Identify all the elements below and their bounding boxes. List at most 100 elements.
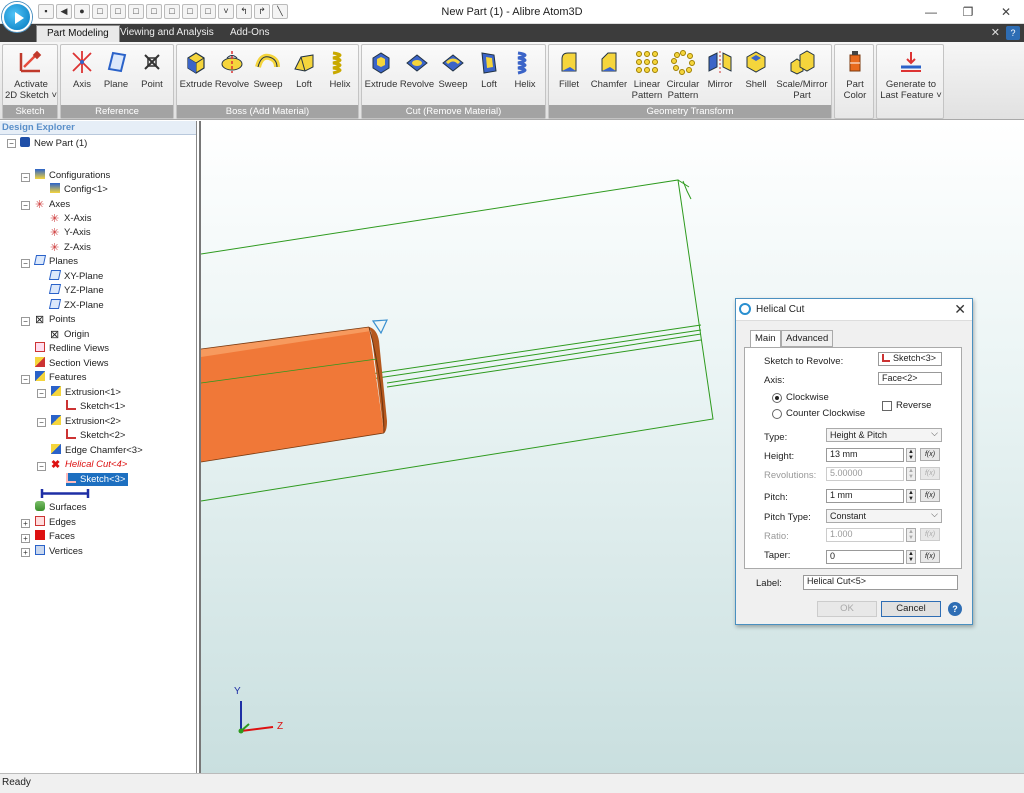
tab-add-ons[interactable]: Add-Ons (220, 25, 279, 42)
tree-item-axes[interactable]: ✳ Axes (35, 198, 70, 211)
height-spinner[interactable]: ▲ ▼ (906, 448, 916, 462)
collapse-icon[interactable]: − (21, 173, 30, 182)
cut-loft-button[interactable]: Loft (471, 47, 507, 103)
tree-item-xy-plane[interactable]: XY-Plane (48, 270, 103, 283)
axis-button[interactable]: Axis (65, 47, 99, 103)
expand-icon[interactable]: + (21, 534, 30, 543)
ratio-input[interactable]: 1.000 (826, 528, 904, 542)
pitch-type-dropdown[interactable]: Constant (826, 508, 942, 523)
linear-pattern-button[interactable]: Linear Pattern (629, 47, 665, 103)
shell-button[interactable]: Shell (738, 47, 774, 103)
boss-helix-button[interactable]: Helix (322, 47, 358, 103)
tree-item-yz-plane[interactable]: YZ-Plane (48, 284, 104, 297)
height-input[interactable]: 13 mm (826, 448, 904, 462)
mirror-button[interactable]: Mirror (702, 47, 738, 103)
tree-item-section-views[interactable]: Section Views (35, 357, 109, 370)
tab-part-modeling[interactable]: Part Modeling (36, 25, 120, 42)
tab-viewing-and-analysis[interactable]: Viewing and Analysis (110, 25, 224, 42)
cut-revolve-button[interactable]: Revolve (399, 47, 435, 103)
activate-2d-sketch-button[interactable]: Activate 2D Sketch ˅ (5, 47, 57, 103)
tree-item-edge-chamfer-3[interactable]: Edge Chamfer<3> (51, 444, 143, 457)
revolutions-fx-button[interactable]: f(x) (920, 467, 940, 480)
tree-item-sketch-2[interactable]: Sketch<2> (66, 429, 125, 442)
clockwise-radio[interactable] (772, 393, 782, 403)
tree-item-helical-cut-4[interactable]: ✖ Helical Cut<4> (51, 458, 127, 471)
fillet-button[interactable]: Fillet (551, 47, 587, 103)
tree-item-configurations[interactable]: Configurations (35, 169, 110, 182)
minimize-icon[interactable]: — (923, 4, 939, 20)
tree-item-planes[interactable]: Planes (33, 255, 78, 268)
collapse-icon[interactable]: − (21, 201, 30, 210)
ratio-fx-button[interactable]: f(x) (920, 528, 940, 541)
collapse-icon[interactable]: − (37, 389, 46, 398)
collapse-icon[interactable]: − (7, 139, 16, 148)
tree-item-sketch-1[interactable]: Sketch<1> (66, 400, 125, 413)
tree-item-extrusion-1[interactable]: Extrusion<1> (51, 386, 121, 399)
label-input[interactable]: Helical Cut<5> (803, 575, 958, 590)
app-logo-icon[interactable] (2, 2, 32, 32)
pitch-spinner[interactable]: ▲ ▼ (906, 489, 916, 503)
tree-item-edges[interactable]: Edges (35, 516, 76, 529)
close-icon[interactable]: ✕ (998, 4, 1014, 20)
taper-input[interactable]: 0 (826, 550, 904, 564)
tree-item-points[interactable]: ⊠ Points (35, 313, 75, 326)
collapse-icon[interactable]: − (21, 259, 30, 268)
dialog-titlebar[interactable]: Helical Cut ✕ (736, 299, 972, 321)
scale-mirror-part-button[interactable]: Scale/Mirror Part (774, 47, 830, 103)
close-icon[interactable]: ✕ (991, 26, 1000, 39)
collapse-icon[interactable]: − (21, 317, 30, 326)
tree-item-faces[interactable]: Faces (35, 530, 75, 543)
chamfer-button[interactable]: Chamfer (589, 47, 629, 103)
pitch-input[interactable]: 1 mm (826, 489, 904, 503)
close-icon[interactable]: ✕ (954, 301, 966, 318)
collapse-icon[interactable]: − (21, 375, 30, 384)
tab-main[interactable]: Main (750, 330, 781, 348)
tree-item-features[interactable]: Features (35, 371, 87, 384)
part-color-button[interactable]: Part Color (837, 47, 873, 103)
sketch-to-revolve-field[interactable]: Sketch<3> (878, 352, 942, 366)
cut-extrude-button[interactable]: Extrude (363, 47, 399, 103)
tab-advanced[interactable]: Advanced (781, 330, 834, 347)
plane-button[interactable]: Plane (99, 47, 133, 103)
revolutions-input[interactable]: 5.00000 (826, 467, 904, 481)
tree-item-z-axis[interactable]: ✳ Z-Axis (50, 241, 91, 254)
collapse-icon[interactable]: − (37, 462, 46, 471)
counter-clockwise-radio[interactable] (772, 409, 782, 419)
cut-sweep-button[interactable]: Sweep (435, 47, 471, 103)
cancel-button[interactable]: Cancel (881, 601, 941, 617)
boss-revolve-button[interactable]: Revolve (214, 47, 250, 103)
boss-loft-button[interactable]: Loft (286, 47, 322, 103)
tree-item-y-axis[interactable]: ✳ Y-Axis (50, 226, 91, 239)
tree-item-redline-views[interactable]: Redline Views (35, 342, 109, 355)
generate-to-last-feature-button[interactable]: Generate to Last Feature ˅ (879, 47, 943, 103)
help-icon[interactable]: ? (1006, 26, 1020, 40)
tree-item-surfaces[interactable]: Surfaces (35, 501, 87, 514)
height-fx-button[interactable]: f(x) (920, 448, 940, 461)
restore-icon[interactable]: ❐ (960, 4, 976, 20)
tree-item-config-1[interactable]: Config<1> (50, 183, 108, 196)
collapse-icon[interactable]: − (37, 418, 46, 427)
circular-pattern-button[interactable]: Circular Pattern (665, 47, 701, 103)
tree-item-vertices[interactable]: Vertices (35, 545, 83, 558)
cut-helix-button[interactable]: Helix (507, 47, 543, 103)
tree-item-zx-plane[interactable]: ZX-Plane (48, 299, 104, 312)
tree-item-sketch-3[interactable]: Sketch<3> (66, 473, 129, 486)
ok-button[interactable]: OK (817, 601, 877, 617)
axis-field[interactable]: Face<2> (878, 372, 942, 385)
rollback-marker[interactable] (40, 487, 90, 500)
tree-item-new-part[interactable]: New Part (1) (20, 137, 87, 150)
expand-icon[interactable]: + (21, 548, 30, 557)
boss-sweep-button[interactable]: Sweep (250, 47, 286, 103)
tree-item-x-axis[interactable]: ✳ X-Axis (50, 212, 91, 225)
taper-spinner[interactable]: ▲ ▼ (906, 550, 916, 564)
tree-item-origin[interactable]: ⊠ Origin (50, 328, 89, 341)
type-dropdown[interactable]: Height & Pitch (826, 427, 942, 442)
reverse-checkbox[interactable] (882, 401, 892, 411)
tree-item-extrusion-2[interactable]: Extrusion<2> (51, 415, 121, 428)
revolutions-spinner[interactable]: ▲ ▼ (906, 467, 916, 481)
point-button[interactable]: Point (135, 47, 169, 103)
pitch-fx-button[interactable]: f(x) (920, 489, 940, 502)
help-icon[interactable]: ? (948, 602, 962, 616)
taper-fx-button[interactable]: f(x) (920, 550, 940, 563)
expand-icon[interactable]: + (21, 519, 30, 528)
